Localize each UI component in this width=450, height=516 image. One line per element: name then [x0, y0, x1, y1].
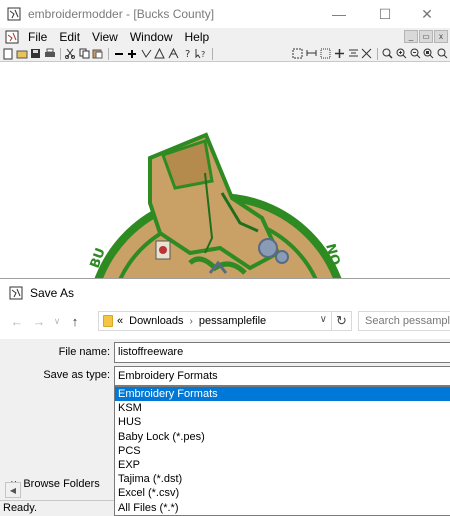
breadcrumb-overflow[interactable]: «: [117, 315, 123, 327]
doc-icon[interactable]: [4, 29, 20, 45]
menu-file[interactable]: File: [22, 28, 53, 46]
save-icon[interactable]: [30, 47, 43, 61]
svg-text:?: ?: [201, 50, 205, 59]
zoom-in-icon[interactable]: [395, 47, 408, 61]
mdi-minimize-icon[interactable]: _: [404, 30, 418, 43]
recent-dropdown-icon[interactable]: ∨: [50, 316, 64, 327]
dialog-title: Save As: [30, 286, 75, 300]
breadcrumb-separator[interactable]: ›: [190, 316, 193, 327]
dialog-app-icon: [9, 286, 23, 300]
save-as-dialog: Save As ← → ∨ ↑ « Downloads › pessamplef…: [0, 278, 450, 516]
type-option-pes[interactable]: Baby Lock (*.pes): [115, 430, 450, 444]
select-box-icon[interactable]: [319, 47, 332, 61]
paste-icon[interactable]: [92, 47, 105, 61]
scroll-left-icon[interactable]: ◀: [5, 482, 21, 498]
ortho-icon[interactable]: [305, 47, 318, 61]
dialog-form-panel: File name: listoffreeware Save as type: …: [0, 339, 450, 516]
menu-edit[interactable]: Edit: [53, 28, 86, 46]
type-option-ksm[interactable]: KSM: [115, 401, 450, 415]
line-icon[interactable]: [112, 47, 125, 61]
file-name-label: File name:: [58, 346, 110, 358]
zoom-all-icon[interactable]: [436, 47, 449, 61]
toolbar: ? ?: [0, 46, 450, 62]
mdi-restore-icon[interactable]: ▭: [419, 30, 433, 43]
new-file-icon[interactable]: [2, 47, 15, 61]
browse-folders-toggle[interactable]: ∨ Browse Folders: [10, 478, 100, 490]
dialog-title-bar: Save As: [0, 279, 450, 307]
breadcrumb-downloads[interactable]: Downloads: [129, 315, 183, 327]
menu-bar: File Edit View Window Help: [0, 28, 450, 46]
type-option-all-files[interactable]: All Files (*.*): [115, 501, 450, 515]
menu-view[interactable]: View: [86, 28, 124, 46]
open-folder-icon[interactable]: [16, 47, 29, 61]
type-option-exp[interactable]: EXP: [115, 458, 450, 472]
snap-grid-icon[interactable]: [292, 47, 305, 61]
search-input[interactable]: Search pessample: [358, 311, 450, 331]
browse-folders-label: Browse Folders: [23, 478, 100, 490]
file-name-input[interactable]: listoffreeware: [114, 342, 450, 363]
folder-icon: [103, 315, 113, 327]
trim-icon[interactable]: [140, 47, 153, 61]
text-icon[interactable]: [167, 47, 180, 61]
save-as-type-select[interactable]: Embroidery Formats: [114, 366, 450, 386]
embroidery-design: BU NO: [88, 132, 342, 278]
refresh-icon[interactable]: ↻: [332, 311, 352, 331]
toolbar-divider: [60, 47, 61, 60]
app-icon[interactable]: [6, 6, 22, 22]
window-title: embroidermodder - [Bucks County]: [28, 7, 215, 21]
type-option-embroidery-formats[interactable]: Embroidery Formats: [115, 387, 450, 402]
help-icon[interactable]: ?: [181, 47, 194, 61]
triangle-icon[interactable]: [154, 47, 167, 61]
maximize-icon[interactable]: ☐: [362, 0, 408, 28]
forward-arrow-icon[interactable]: →: [28, 314, 50, 329]
mdi-close-icon[interactable]: x: [434, 30, 448, 43]
address-dropdown-icon[interactable]: ∨: [320, 314, 327, 325]
toolbar-divider: [108, 47, 110, 60]
align-icon[interactable]: [347, 47, 360, 61]
plus-icon[interactable]: [126, 47, 139, 61]
type-option-csv[interactable]: Excel (*.csv): [115, 486, 450, 500]
design-canvas[interactable]: BU NO: [0, 63, 450, 278]
navigation-row: ← → ∨ ↑ « Downloads › pessamplefile ∨ ↻ …: [0, 309, 450, 333]
breadcrumb-pessamplefile[interactable]: pessamplefile: [199, 315, 266, 327]
menu-help[interactable]: Help: [179, 28, 216, 46]
toolbar-divider: [211, 47, 213, 60]
menu-window[interactable]: Window: [124, 28, 179, 46]
address-bar[interactable]: « Downloads › pessamplefile ∨: [98, 311, 332, 331]
up-arrow-icon[interactable]: ↑: [64, 314, 86, 329]
expand-icon[interactable]: [361, 47, 374, 61]
type-option-dst[interactable]: Tajima (*.dst): [115, 472, 450, 486]
whats-this-icon[interactable]: ?: [195, 47, 208, 61]
type-option-hus[interactable]: HUS: [115, 415, 450, 429]
print-icon[interactable]: [43, 47, 56, 61]
save-as-type-dropdown-list: Embroidery Formats KSM HUS Baby Lock (*.…: [114, 386, 450, 516]
close-icon[interactable]: ✕: [404, 0, 450, 28]
zoom-extents-icon[interactable]: [423, 47, 436, 61]
minimize-icon[interactable]: —: [316, 0, 362, 28]
svg-text:?: ?: [185, 49, 190, 59]
copy-icon[interactable]: [78, 47, 91, 61]
type-option-pcs[interactable]: PCS: [115, 444, 450, 458]
zoom-window-icon[interactable]: [381, 47, 394, 61]
move-icon[interactable]: [333, 47, 346, 61]
save-as-type-label: Save as type:: [43, 369, 110, 381]
cut-icon[interactable]: [64, 47, 77, 61]
status-bar: Ready.: [0, 500, 114, 516]
zoom-out-icon[interactable]: [409, 47, 422, 61]
mdi-controls: _ ▭ x: [404, 30, 448, 43]
back-arrow-icon[interactable]: ←: [6, 314, 28, 329]
toolbar-divider: [377, 47, 379, 60]
